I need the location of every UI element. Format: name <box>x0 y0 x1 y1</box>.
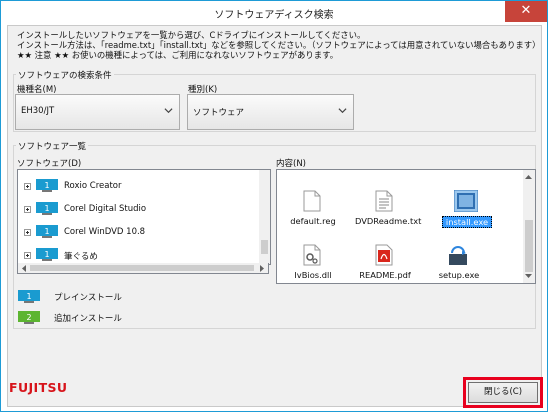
file-dvdreadme-txt[interactable]: DVDReadme.txt <box>355 190 422 234</box>
instruction-line-1: インストールしたいソフトウェアを一覧から選び、Cドライブにインストールしてくださ… <box>17 30 366 40</box>
svg-text:1: 1 <box>44 204 49 213</box>
scroll-left-icon[interactable] <box>20 264 29 273</box>
file-name: IvBios.dll <box>294 270 332 280</box>
file-ivbios-dll[interactable]: IvBios.dll <box>283 244 343 283</box>
svg-text:2: 2 <box>26 313 31 322</box>
contents-label: 内容(N) <box>276 159 306 169</box>
contents-scrollbar[interactable] <box>523 170 535 283</box>
software-tree-label: ソフトウェア(D) <box>17 159 82 169</box>
scrollbar-thumb[interactable] <box>261 240 268 254</box>
file-name: install.exe <box>442 216 492 228</box>
type-select[interactable]: ソフトウェア <box>187 94 354 130</box>
instruction-line-2: インストール方法は、「readme.txt」「install.txt」などを参照… <box>17 40 541 50</box>
dialog-client: インストールしたいソフトウェアを一覧から選び、Cドライブにインストールしてくださ… <box>7 25 542 407</box>
preinstall-chip-icon: 1 <box>36 202 58 215</box>
tree-item-label: Corel Digital Studio <box>64 204 147 214</box>
expand-plus-icon[interactable] <box>24 229 31 236</box>
contents-file-list[interactable]: default.reg DVDReadme.txt install.exe Iv… <box>276 169 536 284</box>
scrollbar-thumb[interactable] <box>30 265 254 271</box>
preinstall-chip-icon: 1 <box>36 225 58 238</box>
tree-scrollbar[interactable] <box>259 170 270 264</box>
search-conditions-label: ソフトウェアの検索条件 <box>16 69 114 81</box>
tree-item-label: Roxio Creator <box>64 181 122 191</box>
svg-text:1: 1 <box>44 250 49 259</box>
software-list-label: ソフトウェア一覧 <box>16 140 89 152</box>
tree-horizontal-scrollbar[interactable] <box>17 263 269 274</box>
svg-text:1: 1 <box>44 227 49 236</box>
type-select-value: ソフトウェア <box>193 108 245 118</box>
scroll-down-icon[interactable] <box>524 271 533 280</box>
model-select[interactable]: EH30/JT <box>15 94 180 130</box>
scroll-up-icon[interactable] <box>524 173 533 182</box>
svg-text:1: 1 <box>26 292 31 301</box>
file-install-exe[interactable]: install.exe <box>437 190 497 234</box>
instructions: インストールしたいソフトウェアを一覧から選び、Cドライブにインストールしてくださ… <box>17 30 541 60</box>
file-name: setup.exe <box>438 270 480 280</box>
tree-item-label: 筆ぐるめ <box>64 252 98 262</box>
pdf-file-icon <box>375 244 393 266</box>
legend-label: プレインストール <box>54 293 122 303</box>
preinstall-chip-icon: 1 <box>36 179 58 192</box>
file-setup-exe[interactable]: setup.exe <box>429 244 489 283</box>
dll-file-icon <box>303 244 321 266</box>
scroll-right-icon[interactable] <box>257 264 266 273</box>
exe-file-icon <box>454 190 478 212</box>
file-name: default.reg <box>290 216 336 226</box>
reg-file-icon <box>303 190 321 212</box>
expand-plus-icon[interactable] <box>24 183 31 190</box>
model-select-value: EH30/JT <box>21 106 55 116</box>
close-button[interactable]: 閉じる(C) <box>468 382 538 403</box>
software-disk-search-window: ソフトウェアディスク検索 ✕ インストールしたいソフトウェアを一覧から選び、Cド… <box>0 0 548 412</box>
svg-text:1: 1 <box>44 181 49 190</box>
window-title: ソフトウェアディスク検索 <box>214 10 334 21</box>
expand-plus-icon[interactable] <box>24 206 31 213</box>
expand-plus-icon[interactable] <box>24 252 31 259</box>
window-close-button[interactable]: ✕ <box>505 1 547 22</box>
file-default-reg[interactable]: default.reg <box>283 190 343 234</box>
fujitsu-logo: FUJITSU <box>9 380 68 395</box>
legend-label: 追加インストール <box>54 314 122 324</box>
additional-install-chip-icon: 2 <box>18 311 40 324</box>
text-file-icon <box>375 190 393 212</box>
tree-item-label: Corel WinDVD 10.8 <box>64 227 146 237</box>
setup-icon <box>449 246 467 265</box>
chevron-down-icon <box>338 108 347 114</box>
file-name: README.pdf <box>359 270 411 280</box>
file-name: DVDReadme.txt <box>355 216 422 226</box>
file-readme-pdf[interactable]: README.pdf <box>355 244 415 283</box>
title-bar: ソフトウェアディスク検索 ✕ <box>1 1 547 25</box>
scrollbar-thumb[interactable] <box>525 220 533 272</box>
chevron-down-icon <box>164 108 173 114</box>
preinstall-chip-icon: 1 <box>18 290 40 303</box>
preinstall-chip-icon: 1 <box>36 248 58 261</box>
software-tree[interactable]: 1 Roxio Creator 1 Corel Digital Studio 1… <box>17 169 271 265</box>
instruction-line-3: ★★ 注意 ★★ お使いの機種によっては、ご利用になれないソフトウェアがあります… <box>17 50 339 60</box>
